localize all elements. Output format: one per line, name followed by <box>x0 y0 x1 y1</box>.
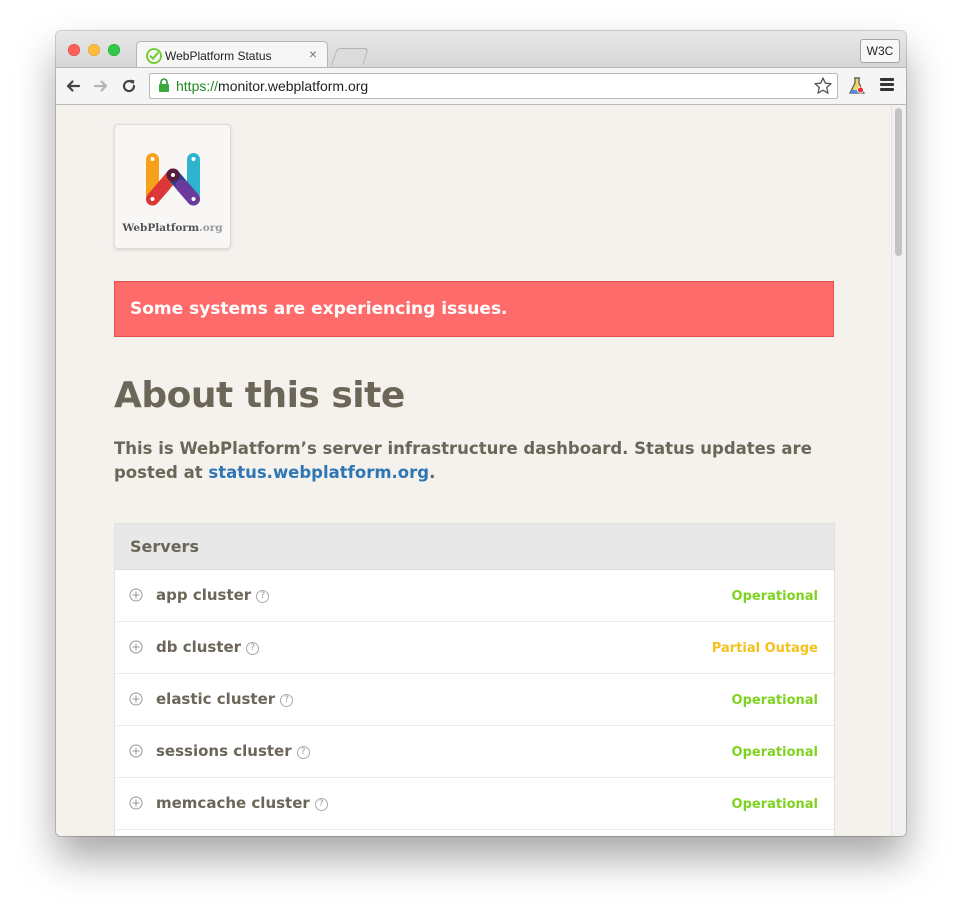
status-badge: Operational <box>731 797 818 812</box>
expand-plus-circle-icon[interactable] <box>129 744 143 758</box>
status-badge: Operational <box>731 589 818 604</box>
page-title: About this site <box>114 375 405 416</box>
zoom-window-button[interactable] <box>108 44 120 56</box>
servers-header: Servers <box>115 524 834 570</box>
server-name: memcache cluster? <box>156 794 328 812</box>
bookmark-star-icon[interactable] <box>813 76 833 96</box>
server-row-db-cluster[interactable]: db cluster? Partial Outage <box>115 622 834 674</box>
check-circle-icon <box>146 48 162 64</box>
help-question-icon[interactable]: ? <box>280 694 294 707</box>
server-row-partial <box>115 830 834 836</box>
w3c-button[interactable]: W3C <box>860 39 900 63</box>
browser-window: WebPlatform Status × W3C https://monitor… <box>56 31 906 836</box>
tab-webplatform-status[interactable]: WebPlatform Status × <box>136 41 328 69</box>
tab-bar: WebPlatform Status × W3C <box>56 31 906 69</box>
scrollbar-thumb[interactable] <box>895 108 902 256</box>
vertical-scrollbar[interactable] <box>891 105 906 836</box>
help-question-icon[interactable]: ? <box>296 746 310 759</box>
help-question-icon[interactable]: ? <box>256 590 270 603</box>
help-question-icon[interactable]: ? <box>314 798 328 811</box>
intro-paragraph: This is WebPlatform’s server infrastruct… <box>114 437 834 485</box>
status-badge: Operational <box>731 693 818 708</box>
servers-panel: Servers app cluster? Operational db clus… <box>114 523 835 836</box>
help-question-icon[interactable]: ? <box>246 642 260 655</box>
server-name: sessions cluster? <box>156 742 310 760</box>
server-row-memcache-cluster[interactable]: memcache cluster? Operational <box>115 778 834 830</box>
webplatform-logo[interactable]: WebPlatform.org <box>114 124 231 249</box>
webplatform-w-logo-icon <box>146 153 200 206</box>
status-site-link[interactable]: status.webplatform.org <box>208 463 429 482</box>
logo-wordmark: WebPlatform.org <box>122 222 223 234</box>
url-scheme: https:// <box>176 78 219 94</box>
status-badge: Operational <box>731 745 818 760</box>
hamburger-menu-icon[interactable] <box>880 78 894 92</box>
expand-plus-circle-icon[interactable] <box>129 692 143 706</box>
expand-plus-circle-icon[interactable] <box>129 796 143 810</box>
status-badge: Partial Outage <box>711 641 818 656</box>
reload-icon[interactable] <box>119 76 139 96</box>
status-alert-banner: Some systems are experiencing issues. <box>114 281 834 337</box>
tab-close-icon[interactable]: × <box>309 46 317 62</box>
minimize-window-button[interactable] <box>88 44 100 56</box>
server-row-app-cluster[interactable]: app cluster? Operational <box>115 570 834 622</box>
server-row-elastic-cluster[interactable]: elastic cluster? Operational <box>115 674 834 726</box>
expand-plus-circle-icon[interactable] <box>129 588 143 602</box>
page-viewport: WebPlatform.org Some systems are experie… <box>56 105 906 836</box>
alert-message: Some systems are experiencing issues. <box>130 299 508 319</box>
forward-arrow-icon[interactable] <box>91 76 111 96</box>
tab-title: WebPlatform Status <box>165 49 272 63</box>
lock-icon <box>159 78 169 92</box>
server-row-sessions-cluster[interactable]: sessions cluster? Operational <box>115 726 834 778</box>
intro-end: . <box>429 463 436 482</box>
back-arrow-icon[interactable] <box>63 76 83 96</box>
new-tab-button[interactable] <box>331 48 369 65</box>
close-window-button[interactable] <box>68 44 80 56</box>
server-name: app cluster? <box>156 586 270 604</box>
server-name: elastic cluster? <box>156 690 294 708</box>
expand-plus-circle-icon[interactable] <box>129 640 143 654</box>
server-name: db cluster? <box>156 638 260 656</box>
extension-flask-icon[interactable] <box>846 75 868 97</box>
address-bar[interactable]: https://monitor.webplatform.org <box>149 73 838 99</box>
servers-header-label: Servers <box>130 537 199 556</box>
url-host: monitor.webplatform.org <box>218 78 369 94</box>
url-text[interactable]: https://monitor.webplatform.org <box>176 78 368 94</box>
browser-toolbar: https://monitor.webplatform.org <box>56 67 906 105</box>
